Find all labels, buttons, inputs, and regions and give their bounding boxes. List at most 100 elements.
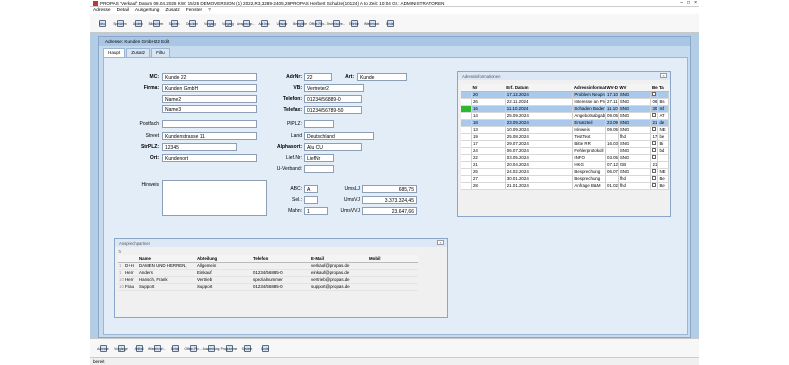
column-header[interactable] [124, 255, 138, 263]
pplz-field[interactable] [304, 120, 334, 128]
column-header[interactable]: Telefon [252, 255, 310, 263]
menu-adresse[interactable]: Adresse [93, 8, 111, 13]
table-row[interactable]: 1310.09.2024Hinweis09.05.2024SNG NE [461, 126, 669, 134]
toolbar-drucken-button[interactable]: Drucken [183, 14, 201, 33]
toolbar-belegliste-button[interactable]: Belegliste [291, 14, 309, 33]
firma-field[interactable]: Kunden GmbH [162, 84, 257, 92]
name3-field[interactable]: Name3 [162, 105, 257, 113]
checkbox[interactable] [652, 183, 657, 187]
nav-auswertung-button[interactable]: Auswertung [202, 339, 220, 358]
column-header[interactable]: WV-Datum [605, 84, 619, 92]
liefnr-field[interactable]: LiefNr [304, 154, 334, 162]
toolbar-suchen-button[interactable]: Suchen [165, 14, 183, 33]
toolbar-ende-button[interactable]: Ende [381, 14, 399, 33]
column-header[interactable]: Adressinformation [572, 84, 606, 92]
toolbar-umsatz-button[interactable]: Umsatz [273, 14, 291, 33]
table-row[interactable]: 24 06.07.2024 Fehlerprotokoll SNG bd [461, 147, 669, 155]
close-icon[interactable]: × [694, 0, 697, 6]
art-field[interactable]: Kunde [357, 73, 407, 81]
table-row[interactable]: 2622.11.2024Interesse an Produkt XY27.11… [461, 98, 669, 106]
toolbar-telefon-button[interactable]: Telefon [345, 14, 363, 33]
tab-filtu[interactable]: Filtu [151, 48, 170, 57]
toolbar-speichen-button[interactable]: Speichen [111, 14, 129, 33]
nav-vorgänge-button[interactable]: Vorgänge [112, 339, 130, 358]
column-header[interactable]: Bearbeitermi [650, 84, 658, 92]
table-row[interactable]: 2120.04.2024HKG07.12.2024GB21.01.2024 [461, 161, 669, 169]
nav-programme-button[interactable]: Programme [220, 339, 238, 358]
table-row[interactable]: 2203.05.2024INFO03.05.2024SNG [461, 154, 669, 162]
checkbox[interactable] [652, 176, 657, 180]
telefon-field[interactable]: 01234/56889-0 [304, 95, 362, 103]
toolbar-vorgang-button[interactable]: Vorgang [219, 14, 237, 33]
toolbar-technische-button[interactable]: Technische... [327, 14, 345, 33]
uverband-field[interactable] [304, 165, 334, 173]
nav-ende-button[interactable]: Ende [256, 339, 274, 358]
name2-field[interactable]: Name2 [162, 95, 257, 103]
checkbox[interactable] [652, 113, 657, 117]
alphasort-field[interactable]: Alu CU [304, 143, 362, 151]
toolbar-neu-button[interactable]: Neu [93, 14, 111, 33]
abc-field[interactable]: A [304, 185, 318, 193]
vb-field[interactable]: Vertreter2 [304, 84, 364, 92]
mahn-field[interactable]: 1 [304, 207, 328, 215]
table-row[interactable]: 1 Herr Anders Einkauf 01234/56885-0 einkauf@p… [118, 269, 418, 277]
nav-detail-button[interactable]: Detail [166, 339, 184, 358]
column-header[interactable]: Abteilung [196, 255, 252, 263]
nav-system-button[interactable]: System [238, 339, 256, 358]
nav-wiedervorl-button[interactable]: Wiedervorl... [148, 339, 166, 358]
menu-detail[interactable]: Detail [117, 8, 129, 13]
toolbar-adr-info-button[interactable]: Adr.Info [255, 14, 273, 33]
table-row[interactable]: 1 D+H DAMEN UND HERREN, Allgemein verkauf@pr… [118, 262, 418, 270]
table-row[interactable]: 27 30.01.2024 Besprechung fhd Be [461, 175, 669, 183]
telefax-field[interactable]: 01234/56789-50 [304, 106, 362, 114]
tab-zusatz[interactable]: Zusatz [126, 48, 151, 57]
toolbar-office-rec-button[interactable]: Office-Rec... [309, 14, 327, 33]
toolbar-bildschirm-button[interactable]: Bildschirm [147, 14, 165, 33]
table-row[interactable]: 1729.07.2024Bitte RR16.03.2024SNG Bi [461, 140, 669, 148]
table-row[interactable]: 100HerrHansch, FrankVertriebspezialnumme… [118, 276, 418, 284]
table-row[interactable]: 2017.12.2024Problem Neuprodukt17.10.2024… [461, 91, 669, 99]
checkbox[interactable] [652, 141, 657, 145]
menu-auswertung[interactable]: Ausgertung [135, 8, 160, 13]
column-header[interactable]: WV [618, 84, 651, 92]
table-row[interactable]: 1611.10.2024Schaden Bodenplatte11.10.202… [461, 105, 669, 113]
toolbar-ändern-button[interactable]: Ändern [129, 14, 147, 33]
maximize-icon[interactable]: □ [687, 0, 690, 6]
checkbox[interactable] [652, 155, 657, 159]
postfach-field[interactable] [162, 120, 257, 128]
strplz-field[interactable]: 12345 [162, 143, 237, 151]
table-row[interactable]: 1925.08.2024TestText fhd17.12.2024be [461, 133, 669, 141]
tab-haupt[interactable]: Haupt [103, 48, 126, 57]
street-field[interactable]: Kundenstrasse 11 [162, 132, 257, 140]
checkbox[interactable] [652, 148, 657, 152]
table-row[interactable]: 100FrauSupportSupport01234/56885-0suppor… [118, 283, 418, 291]
minimize-icon[interactable]: – [680, 0, 683, 6]
column-header[interactable]: Ta [657, 84, 669, 92]
close-icon[interactable]: × [660, 73, 667, 78]
hinweis-field[interactable] [162, 180, 267, 216]
ort-field[interactable]: Kundenort [162, 154, 257, 162]
land-field[interactable]: Deutschland [304, 132, 374, 140]
column-header[interactable]: E-Mail [310, 255, 368, 263]
toolbar-ansprechp-button[interactable]: Ansprechp... [237, 14, 255, 33]
table-row[interactable]: 1823.09.2024Ersatzteil23.09.2024SNG21.10… [461, 119, 669, 127]
checkbox[interactable] [652, 127, 657, 131]
table-row[interactable]: 2821.01.2024Anfrage B&M01.02.2024fhd Be [461, 182, 669, 190]
nav-artikel-button[interactable]: Artikel [130, 339, 148, 358]
menu-help[interactable]: ? [208, 8, 211, 13]
menu-zusatz[interactable]: Zusatz [165, 8, 179, 13]
sel-field[interactable] [304, 196, 318, 204]
toolbar-vorgang-button[interactable]: Vorgang [201, 14, 219, 33]
column-header[interactable]: Mobil [368, 255, 418, 263]
toolbar-wiedervorl-button[interactable]: Wiedervorl. [363, 14, 381, 33]
close-icon[interactable]: × [437, 240, 444, 245]
column-header[interactable]: Nr [471, 84, 506, 92]
mc-field[interactable]: Kunde 22 [162, 73, 257, 81]
checkbox[interactable] [652, 169, 657, 173]
nav-office-pro-button[interactable]: Office-Pro... [184, 339, 202, 358]
column-header[interactable]: Name [138, 255, 196, 263]
column-header[interactable]: Erf. Datum [505, 84, 573, 92]
column-header[interactable] [461, 84, 472, 92]
menu-fenster[interactable]: Fenster [186, 8, 202, 13]
adrnr-field[interactable]: 22 [304, 73, 332, 81]
